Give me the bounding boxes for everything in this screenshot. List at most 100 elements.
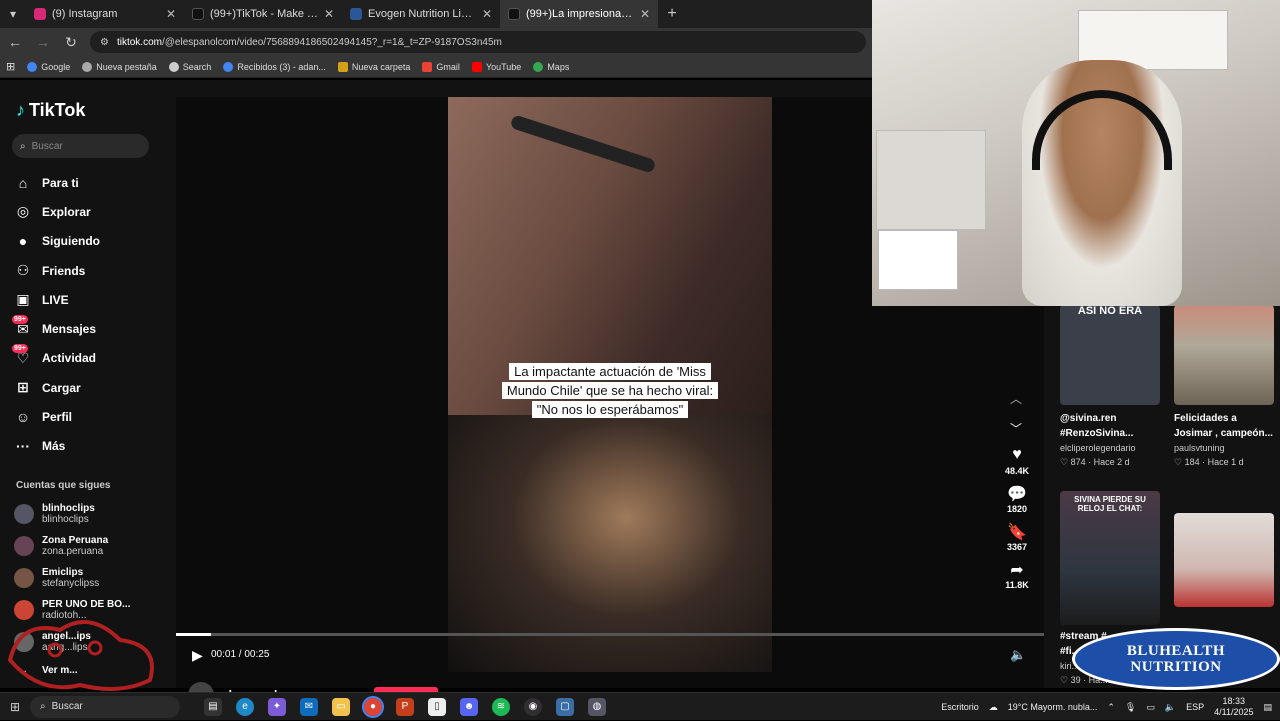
discord-icon[interactable]: ☻ <box>460 697 478 716</box>
close-icon[interactable]: ✕ <box>166 7 176 21</box>
heart-icon: ♥ <box>1012 446 1022 463</box>
site-info-icon[interactable]: ⚙ <box>100 37 109 48</box>
play-icon[interactable]: ▶ <box>192 647 203 664</box>
volume-icon[interactable]: 🔈 <box>1010 647 1026 663</box>
app-icon[interactable]: ◍ <box>588 697 606 716</box>
weather-icon: ☁ <box>988 701 998 712</box>
title-line: #RenzoSivina... <box>1060 428 1134 439</box>
related-video-card[interactable]: Felicidades a Josimar , campeón... paulsv… <box>1174 305 1278 469</box>
comment-button[interactable]: 💬 1820 <box>1000 484 1034 514</box>
bookmark-google[interactable]: Google <box>27 61 71 72</box>
reload-icon[interactable]: ↻ <box>62 34 80 51</box>
caption-line: Mundo Chile' que se ha hecho viral: <box>501 382 719 399</box>
apps-icon[interactable]: ⊞ <box>6 60 15 73</box>
tab-evogen[interactable]: Evogen Nutrition Light & Tight ✕ <box>342 0 500 28</box>
start-icon[interactable]: ⊞ <box>0 700 30 714</box>
desktop-label[interactable]: Escritorio <box>941 702 979 712</box>
following-icon: ● <box>18 233 28 250</box>
file-explorer-icon[interactable]: ▭ <box>332 697 350 716</box>
bookmark-icon: 🔖 <box>1007 524 1027 541</box>
bookmark-inbox[interactable]: Recibidos (3) - adan... <box>223 61 326 72</box>
language-indicator[interactable]: ESP <box>1186 702 1204 712</box>
video-thumbnail <box>1174 305 1274 405</box>
document-icon[interactable]: ▯ <box>428 697 446 716</box>
close-icon[interactable]: ✕ <box>640 7 650 21</box>
taskbar-search[interactable]: ⌕ Buscar <box>30 695 180 718</box>
bookmark-new-tab[interactable]: Nueva pestaña <box>82 61 157 72</box>
obs-icon[interactable]: ◉ <box>524 697 542 716</box>
bookmark-label: Google <box>41 61 71 72</box>
task-view-icon[interactable]: ▤ <box>204 697 222 716</box>
chevron-up-icon[interactable]: ︿ <box>1010 390 1022 407</box>
copilot-icon[interactable]: ✦ <box>268 697 286 716</box>
sidebar-item-perfil[interactable]: ☺ Perfil <box>14 402 164 431</box>
sidebar-item-label: Mensajes <box>42 322 97 337</box>
back-icon[interactable]: ← <box>6 34 24 50</box>
related-author: elcliperolegendario <box>1060 443 1136 453</box>
following-item[interactable]: Emiclips stefanyclipss <box>14 562 164 594</box>
tab-tiktok[interactable]: (99+)TikTok - Make Your Day ✕ <box>184 0 342 28</box>
sidebar-item-mensajes[interactable]: ✉ 99+ Mensajes <box>12 314 164 343</box>
related-video-card[interactable] <box>1174 513 1278 607</box>
microphone-icon[interactable]: 🎙 <box>1125 702 1136 713</box>
sidebar-item-para-ti[interactable]: ⌂ Para ti <box>14 168 164 197</box>
address-bar[interactable]: ⚙ tiktok.com/@elespanolcom/video/7568894… <box>90 31 866 53</box>
friends-icon: ⚇ <box>16 262 30 279</box>
tab-instagram[interactable]: (9) Instagram ✕ <box>26 0 184 28</box>
bookmark-maps[interactable]: Maps <box>533 61 569 72</box>
chevron-down-icon[interactable]: ﹀ <box>1010 420 1022 437</box>
url-path: /@elespanolcom/video/7568894186502494145… <box>161 36 502 48</box>
maps-icon <box>533 61 544 72</box>
sidebar-item-siguiendo[interactable]: ● Siguiendo <box>14 227 164 256</box>
video-progress-bar[interactable] <box>176 633 1044 636</box>
following-item[interactable]: blinhoclips blinhoclips <box>14 498 164 530</box>
sidebar-item-cargar[interactable]: ⊞ Cargar <box>14 373 164 402</box>
bookmark-search[interactable]: Search <box>168 61 211 72</box>
bookmark-folder[interactable]: Nueva carpeta <box>337 61 410 72</box>
tab-search-icon[interactable]: ▾ <box>4 6 22 22</box>
edge-icon[interactable]: e <box>236 697 254 716</box>
globe-icon <box>82 61 93 72</box>
related-video-card[interactable]: ASÍ NO ERA @sivina.ren #RenzoSivina... el… <box>1060 305 1164 469</box>
youtube-icon <box>471 61 482 72</box>
windows-taskbar: ⊞ ⌕ Buscar ▤ e ✦ ✉ ▭ ● P ▯ ☻ ≋ ◉ ▢ ◍ Escr… <box>0 692 1280 720</box>
compass-icon: ◎ <box>16 203 30 220</box>
tiktok-logo[interactable]: ♪ TikTok <box>16 100 85 121</box>
sidebar-item-live[interactable]: ▣ LIVE <box>14 285 164 314</box>
spotify-icon[interactable]: ≋ <box>492 697 510 716</box>
new-tab-button[interactable]: + <box>658 0 686 28</box>
forward-icon[interactable]: → <box>34 34 52 50</box>
clock[interactable]: 18:33 4/11/2025 <box>1214 696 1253 718</box>
volume-icon[interactable]: 🔈 <box>1165 702 1176 713</box>
video-frame[interactable]: La impactante actuación de 'Miss Mundo C… <box>448 97 772 672</box>
sidebar-item-explorar[interactable]: ◎ Explorar <box>14 197 164 226</box>
following-item[interactable]: Zona Peruana zona.peruana <box>14 530 164 562</box>
close-icon[interactable]: ✕ <box>324 7 334 21</box>
sidebar-nav: ⌂ Para ti ◎ Explorar ● Siguiendo ⚇ Friends ▣… <box>12 168 164 461</box>
sidebar-item-label: Siguiendo <box>42 234 100 249</box>
tab-active-video[interactable]: (99+)La impresionante actuació ✕ <box>500 0 658 28</box>
tiktok-icon <box>192 8 204 20</box>
bookmark-gmail[interactable]: Gmail <box>422 61 460 72</box>
progress-fill <box>176 633 211 636</box>
tray-chevron-icon[interactable]: ⌃ <box>1107 702 1115 713</box>
notifications-icon[interactable]: ▤ <box>1263 702 1272 713</box>
bookmark-youtube[interactable]: YouTube <box>471 61 521 72</box>
weather-text[interactable]: 19°C Mayorm. nubla... <box>1008 702 1098 712</box>
save-button[interactable]: 🔖 3367 <box>1000 522 1034 552</box>
close-icon[interactable]: ✕ <box>482 7 492 21</box>
chrome-icon[interactable]: ● <box>362 695 384 718</box>
window-icon[interactable]: ▢ <box>556 697 574 716</box>
sidebar-item-friends[interactable]: ⚇ Friends <box>14 256 164 285</box>
account-handle: stefanyclipss <box>42 578 100 589</box>
search-input[interactable]: ⌕ Buscar <box>12 134 149 158</box>
sidebar-item-actividad[interactable]: ♡ 99+ Actividad <box>12 343 164 373</box>
powerpoint-icon[interactable]: P <box>396 697 414 716</box>
network-icon[interactable]: ▭ <box>1146 702 1155 713</box>
share-button[interactable]: ➦ 11.8K <box>1000 560 1034 590</box>
outlook-icon[interactable]: ✉ <box>300 697 318 716</box>
related-stats: ♡ 184 · Hace 1 d <box>1174 457 1244 467</box>
sidebar-item-mas[interactable]: ··· Más <box>14 432 164 461</box>
sidebar-item-label: Perfil <box>42 410 73 425</box>
like-button[interactable]: ♥ 48.4K <box>1000 446 1034 476</box>
